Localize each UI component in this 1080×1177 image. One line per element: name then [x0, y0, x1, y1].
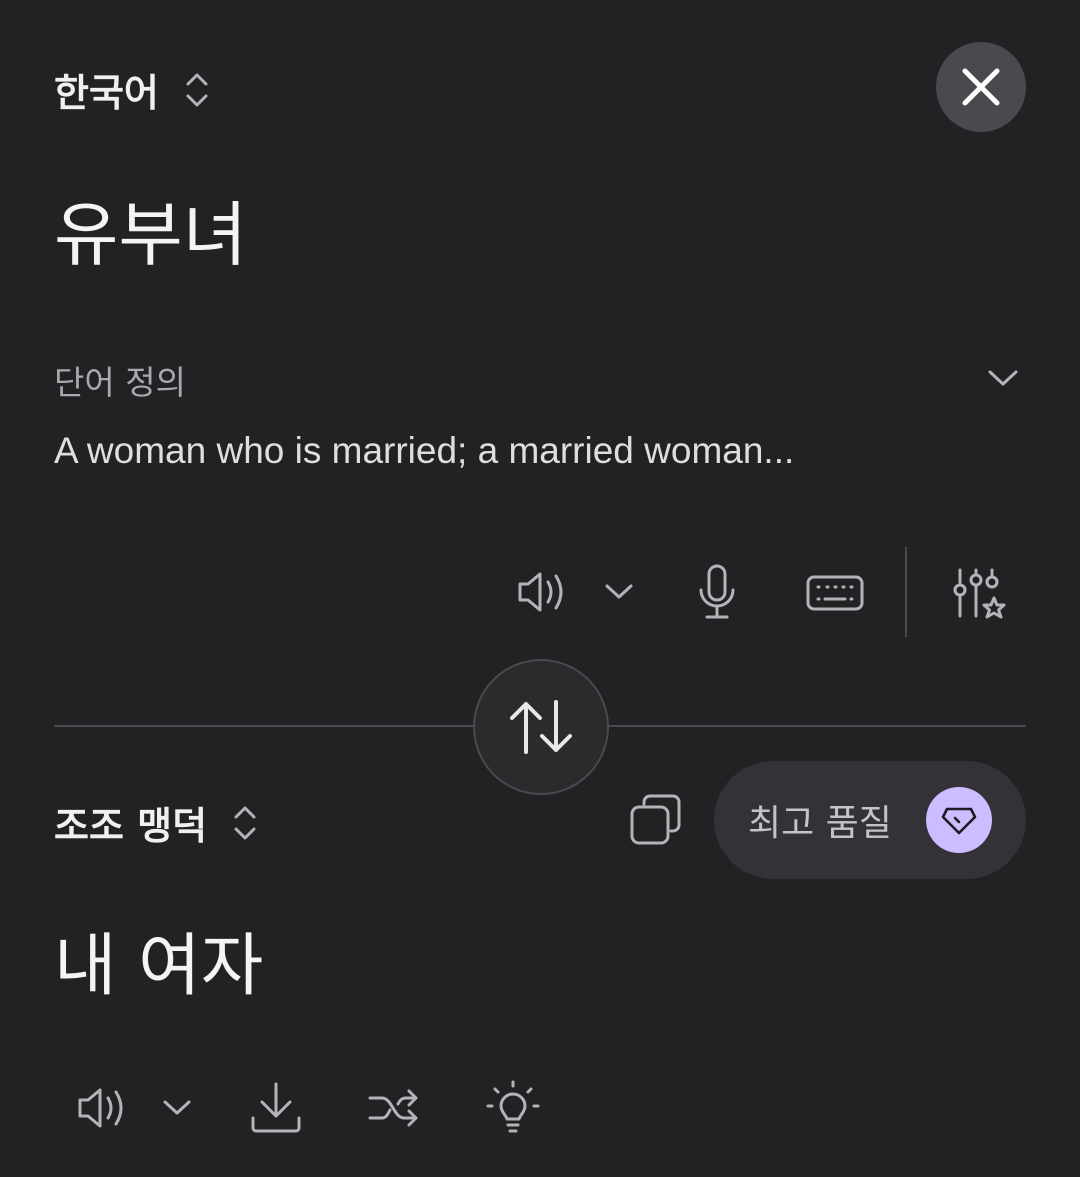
target-language-label: 조조 맹덕 — [54, 804, 208, 848]
translated-text: 내 여자 — [54, 927, 264, 1006]
voice-options-button[interactable] — [602, 560, 636, 624]
lightbulb-icon — [484, 1078, 542, 1138]
speaker-icon — [74, 1078, 130, 1138]
expand-definition-button[interactable] — [986, 366, 1020, 390]
source-text[interactable]: 유부녀 — [54, 195, 247, 276]
chevron-down-icon — [160, 1078, 194, 1138]
shuffle-icon — [366, 1078, 422, 1138]
gem-badge — [926, 787, 992, 853]
chevron-up-down-icon — [185, 70, 209, 110]
close-button[interactable] — [936, 42, 1026, 132]
copy-icon — [628, 793, 684, 849]
definition-text: A woman who is married; a married woman.… — [54, 430, 795, 471]
chevron-down-icon — [602, 560, 636, 624]
source-language-label: 한국어 — [54, 71, 159, 115]
quality-label: 최고 품질 — [748, 803, 892, 844]
keyboard-button[interactable] — [805, 560, 865, 624]
source-language-selector[interactable]: 한국어 — [54, 62, 209, 117]
shuffle-button[interactable] — [366, 1078, 422, 1138]
translation-settings-button[interactable] — [950, 560, 1010, 624]
listen-translation-button[interactable] — [74, 1078, 130, 1138]
speaker-icon — [514, 560, 570, 624]
download-icon — [248, 1078, 304, 1138]
ideas-button[interactable] — [484, 1078, 542, 1138]
translation-voice-options-button[interactable] — [160, 1078, 194, 1138]
microphone-icon — [692, 560, 742, 624]
target-language-selector[interactable]: 조조 맹덕 — [54, 795, 257, 850]
microphone-button[interactable] — [692, 560, 742, 624]
chevron-up-down-icon — [233, 803, 257, 843]
toolbar-divider — [905, 547, 907, 637]
download-button[interactable] — [248, 1078, 304, 1138]
copy-button[interactable] — [628, 793, 684, 849]
chevron-down-icon — [986, 366, 1020, 390]
sliders-star-icon — [950, 560, 1010, 624]
quality-selector[interactable]: 최고 품질 — [714, 761, 1026, 879]
keyboard-icon — [805, 560, 865, 624]
listen-source-button[interactable] — [514, 560, 570, 624]
definition-title: 단어 정의 — [54, 363, 186, 402]
swap-languages-button[interactable] — [473, 659, 609, 795]
close-icon — [961, 67, 1001, 107]
gem-icon — [941, 804, 977, 836]
swap-arrows-icon — [508, 698, 574, 756]
